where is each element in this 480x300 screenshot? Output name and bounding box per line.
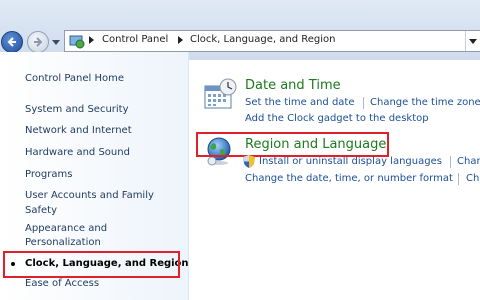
highlight-box-region-language (196, 132, 389, 157)
highlight-box-current-nav (3, 251, 180, 278)
nav-appearance-line1[interactable]: Appearance and (25, 222, 107, 236)
link-add-clock-gadget[interactable]: Add the Clock gadget to the desktop (245, 113, 429, 124)
category-title-date-and-time[interactable]: Date and Time (245, 78, 341, 93)
address-history-button[interactable] (465, 31, 480, 51)
nav-control-panel-home[interactable]: Control Panel Home (25, 72, 124, 86)
title-bar-area: Control Panel Clock, Language, and Regio… (0, 0, 480, 60)
forward-button[interactable] (27, 31, 49, 53)
link-separator (450, 156, 451, 168)
link-change-date-time-number-format[interactable]: Change the date, time, or number format (245, 173, 453, 184)
link-set-time-and-date[interactable]: Set the time and date (245, 97, 355, 108)
link-char-truncated[interactable]: Char (457, 156, 480, 167)
nav-programs[interactable]: Programs (25, 168, 72, 182)
breadcrumb-clock-language-region[interactable]: Clock, Language, and Region (190, 34, 335, 45)
breadcrumb-control-panel[interactable]: Control Panel (102, 34, 168, 45)
nav-system-and-security[interactable]: System and Security (25, 103, 129, 117)
nav-network-and-internet[interactable]: Network and Internet (25, 124, 132, 138)
nav-hardware-and-sound[interactable]: Hardware and Sound (25, 146, 130, 160)
calendar-clock-icon[interactable] (203, 78, 237, 112)
recent-pages-dropdown-icon[interactable] (52, 40, 60, 46)
nav-user-accounts-line1[interactable]: User Accounts and Family (25, 189, 154, 203)
address-bar[interactable]: Control Panel Clock, Language, and Regio… (64, 30, 480, 52)
shield-icon (243, 155, 255, 168)
link-separator (363, 97, 364, 109)
link-ch-truncated[interactable]: Ch (466, 173, 479, 184)
breadcrumb-separator-icon[interactable] (89, 36, 95, 44)
link-install-uninstall-languages[interactable]: Install or uninstall display languages (259, 156, 442, 167)
chevron-down-icon (469, 39, 477, 44)
back-arrow-icon (7, 37, 16, 47)
link-separator (458, 173, 459, 185)
forward-arrow-icon (34, 37, 43, 47)
nav-appearance-line2[interactable]: Personalization (25, 236, 101, 250)
nav-user-accounts-line2[interactable]: Safety (25, 204, 57, 218)
breadcrumb-separator-icon[interactable] (178, 36, 184, 44)
back-button[interactable] (1, 31, 23, 53)
link-change-time-zone[interactable]: Change the time zone (370, 97, 480, 108)
control-panel-icon (69, 35, 85, 49)
nav-ease-of-access[interactable]: Ease of Access (25, 277, 99, 291)
